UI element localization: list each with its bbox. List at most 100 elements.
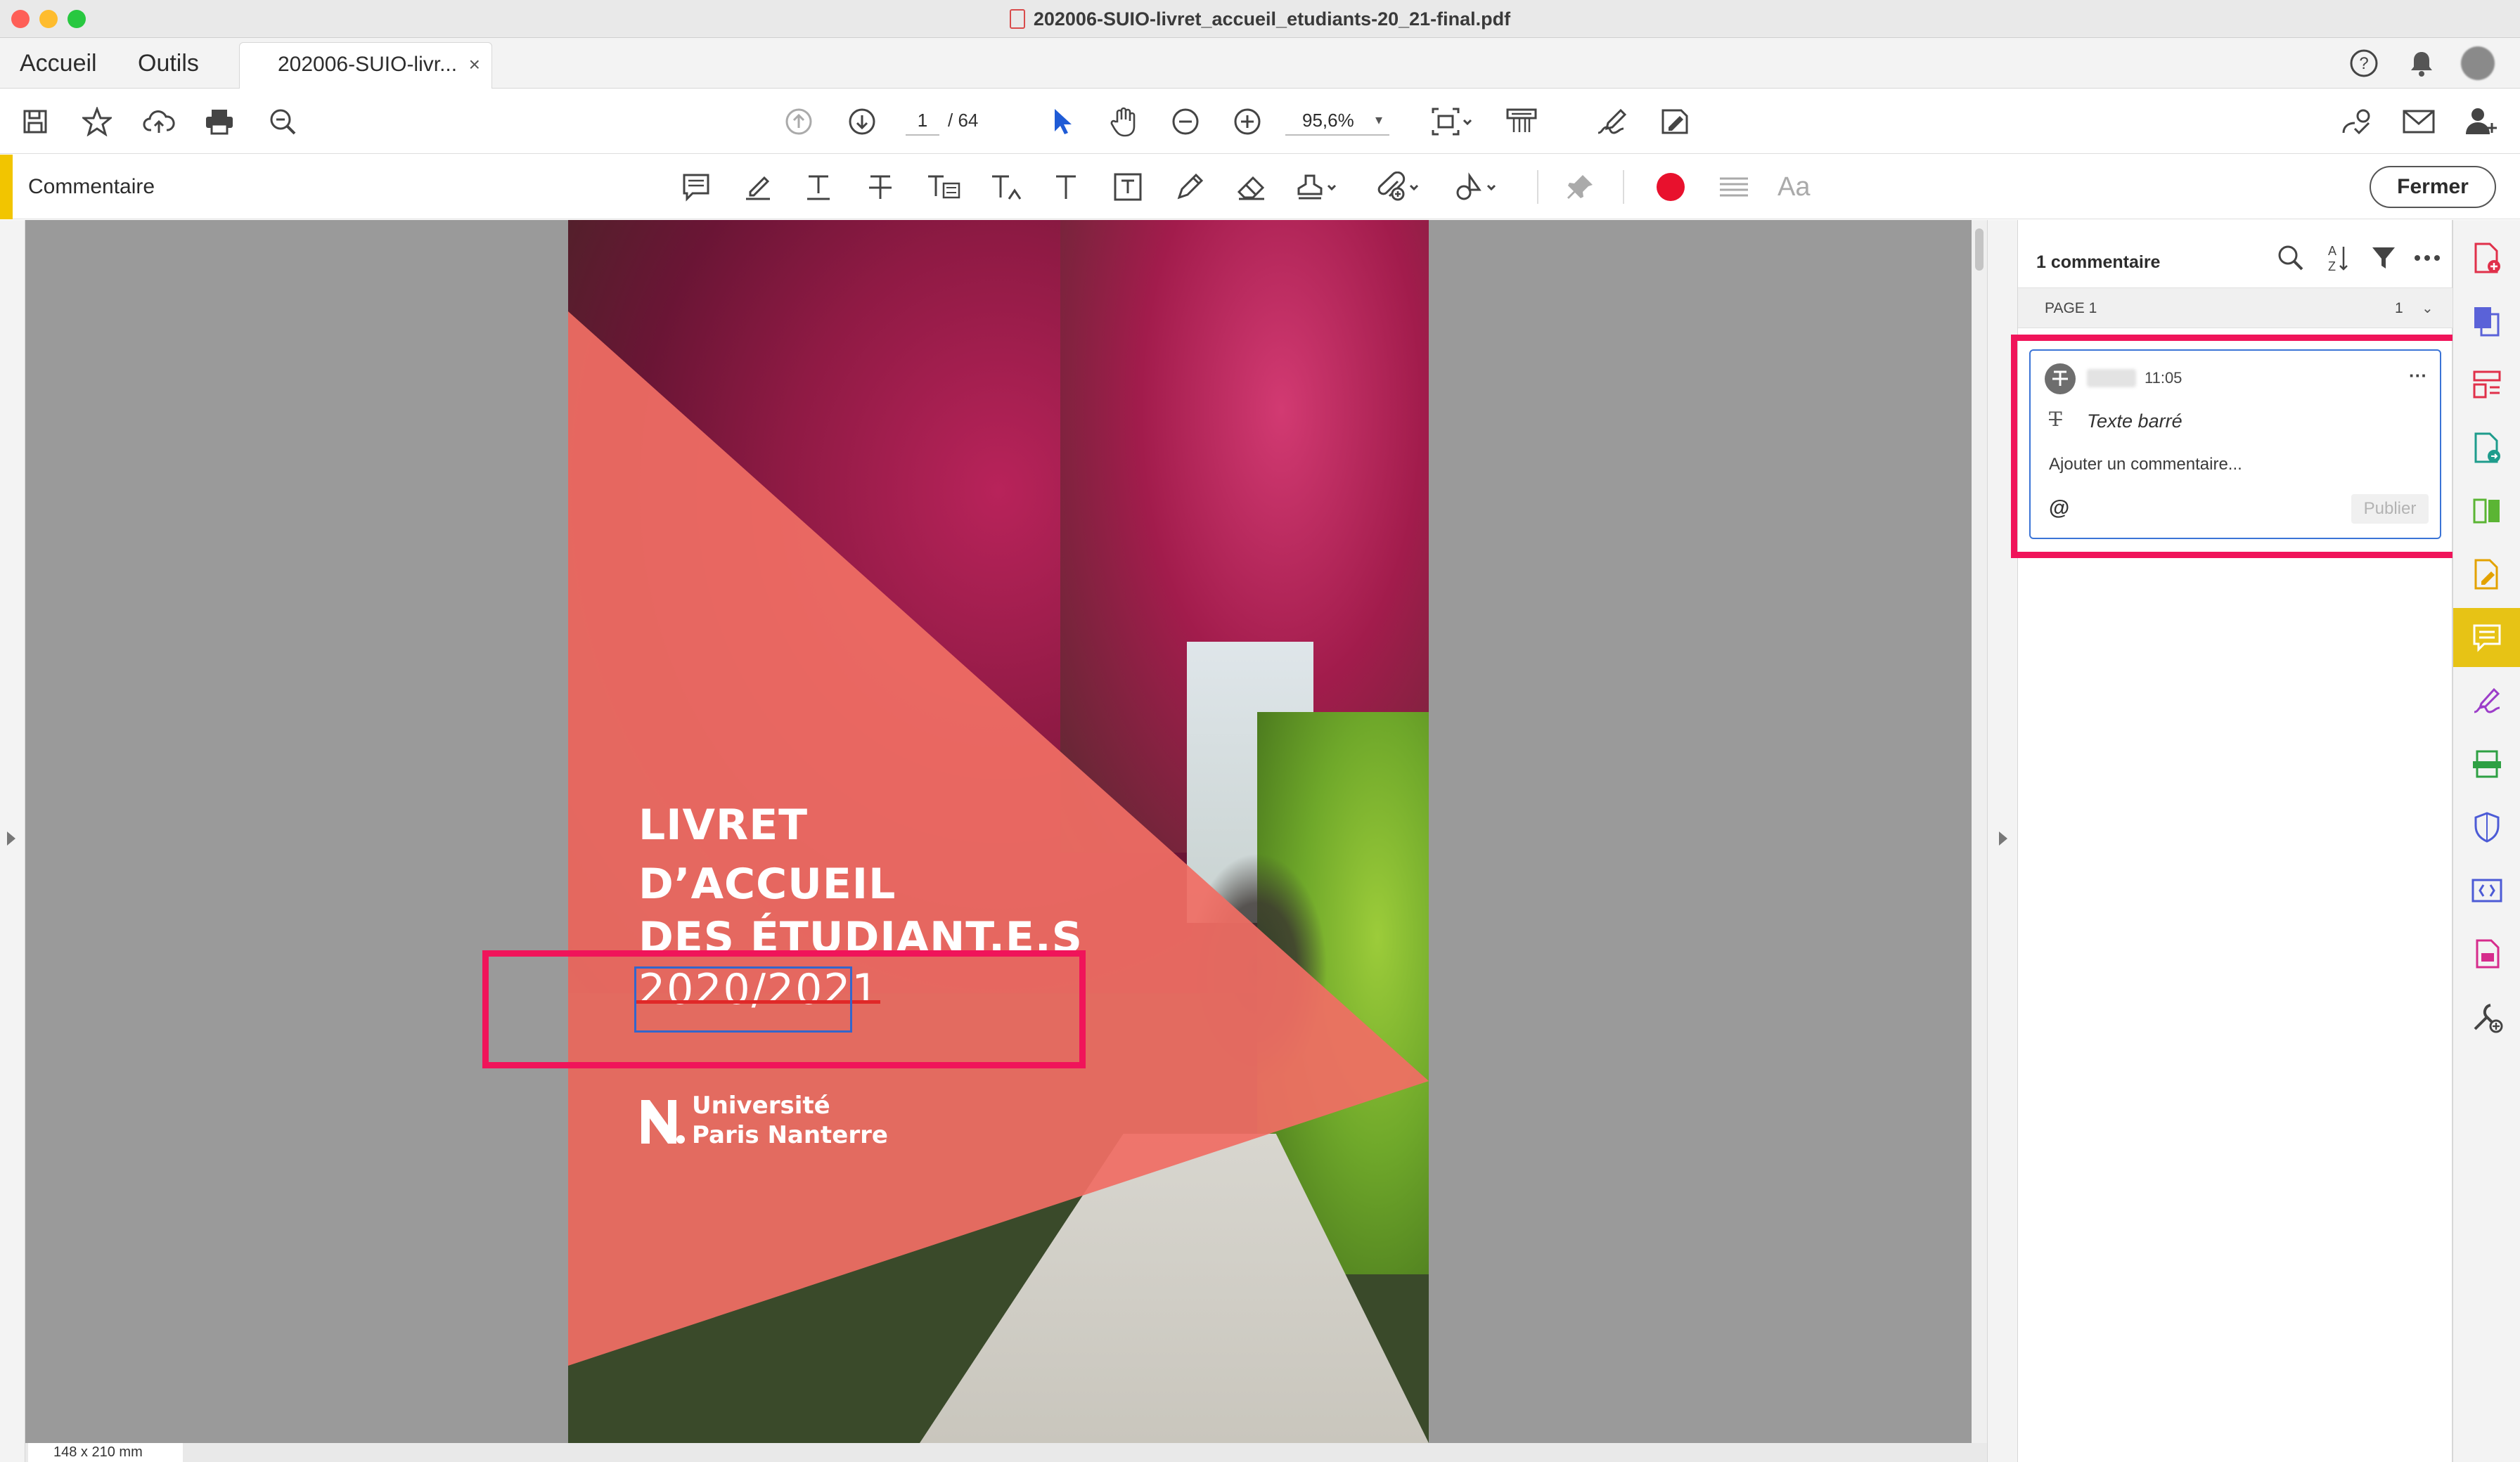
zoom-search-icon[interactable]: [264, 103, 301, 140]
color-swatch[interactable]: [1657, 173, 1685, 201]
protect-icon[interactable]: [2453, 798, 2520, 857]
zoom-select[interactable]: 95,6% ▾: [1285, 105, 1389, 136]
scrollbar[interactable]: [1972, 220, 1987, 1443]
left-panel-toggle[interactable]: [0, 220, 25, 1462]
page-size-label: 148 x 210 mm: [28, 1443, 183, 1462]
svg-text:Z: Z: [2328, 259, 2336, 273]
select-cursor-icon[interactable]: [1043, 103, 1080, 140]
comment-page-header[interactable]: PAGE 1 1 ⌄: [2018, 287, 2452, 328]
line-style-icon[interactable]: [1716, 169, 1752, 205]
annotation-highlight-box: [482, 950, 1086, 1068]
university-name-line1: Université: [692, 1092, 830, 1120]
cover-title-line2: D’ACCUEIL: [638, 860, 896, 909]
combine-files-icon[interactable]: [2453, 292, 2520, 351]
font-format-button[interactable]: Aa: [1778, 169, 1810, 205]
save-icon[interactable]: [17, 103, 53, 140]
attach-icon[interactable]: [1374, 169, 1423, 205]
edit-form-icon[interactable]: [1657, 103, 1693, 140]
accessibility-icon[interactable]: [2453, 861, 2520, 920]
scroll-mode-icon[interactable]: [1503, 103, 1540, 140]
add-user-icon[interactable]: [2461, 103, 2500, 140]
filter-icon[interactable]: [2365, 240, 2402, 276]
comment-count: 1 commentaire: [2036, 252, 2161, 272]
avatar[interactable]: [2461, 46, 2495, 80]
collapse-panel-icon: [1999, 832, 2007, 846]
tab-document-label: 202006-SUIO-livr...: [278, 53, 458, 76]
eraser-icon[interactable]: [1233, 169, 1270, 205]
help-icon[interactable]: ?: [2346, 45, 2382, 82]
page-up-icon[interactable]: [780, 103, 817, 140]
strikethrough-icon[interactable]: [862, 169, 899, 205]
page-fit-icon[interactable]: [1427, 103, 1477, 140]
comment-toolbar: Commentaire Aa Fermer: [0, 155, 2520, 219]
comment-page-label: PAGE 1: [2045, 300, 2097, 316]
status-bar: [25, 1443, 1987, 1462]
tab-home[interactable]: Accueil: [20, 38, 97, 89]
zoom-value: 95,6%: [1302, 110, 1354, 131]
tab-tools[interactable]: Outils: [138, 38, 199, 89]
sticky-note-icon[interactable]: [678, 169, 714, 205]
shapes-icon[interactable]: [1451, 169, 1500, 205]
tools-rail: [2452, 220, 2520, 1462]
organize-pages-icon[interactable]: [2453, 355, 2520, 414]
toolbar-divider: [1537, 170, 1538, 204]
sort-icon[interactable]: AZ: [2319, 240, 2355, 276]
export-pdf-icon[interactable]: [2453, 418, 2520, 477]
fill-sign-icon[interactable]: [2453, 671, 2520, 730]
pdf-file-icon: [1009, 9, 1025, 29]
create-pdf-icon[interactable]: [2453, 228, 2520, 287]
sign-icon[interactable]: [1593, 103, 1630, 140]
replace-text-icon[interactable]: [922, 169, 965, 205]
text-box-icon[interactable]: [1110, 169, 1146, 205]
comment-page-count: 1: [2395, 300, 2403, 316]
university-logo-icon: [638, 1097, 686, 1146]
redact-icon[interactable]: [2453, 924, 2520, 983]
expand-left-icon: [7, 832, 15, 846]
svg-text:A: A: [2328, 244, 2336, 258]
share-link-icon[interactable]: [2337, 103, 2377, 140]
pdf-page[interactable]: LIVRET D’ACCUEIL DES ÉTUDIANT.E.S 2020/2…: [568, 220, 1429, 1443]
email-icon[interactable]: [2399, 103, 2438, 140]
star-icon[interactable]: [79, 103, 115, 140]
title-bar: 202006-SUIO-livret_accueil_etudiants-20_…: [0, 0, 2520, 38]
highlight-icon[interactable]: [740, 169, 776, 205]
cloud-upload-icon[interactable]: [141, 103, 177, 140]
insert-text-icon[interactable]: [987, 169, 1027, 205]
comment-accent-bar: [0, 155, 13, 219]
zoom-out-icon[interactable]: [1167, 103, 1204, 140]
nav-tab-row: Accueil Outils 202006-SUIO-livr... × ?: [0, 38, 2520, 89]
university-name-line2: Paris Nanterre: [692, 1121, 888, 1149]
comment-icon[interactable]: [2453, 608, 2520, 667]
hand-icon[interactable]: [1105, 103, 1142, 140]
close-comment-button[interactable]: Fermer: [2370, 166, 2496, 208]
print-icon[interactable]: [201, 103, 238, 140]
scan-ocr-icon[interactable]: [2453, 735, 2520, 794]
pin-icon[interactable]: [1562, 169, 1599, 205]
window-title-text: 202006-SUIO-livret_accueil_etudiants-20_…: [1033, 8, 1511, 30]
svg-text:?: ?: [2359, 54, 2368, 73]
stamp-icon[interactable]: [1294, 169, 1340, 205]
chevron-down-icon[interactable]: ⌄: [2422, 288, 2434, 329]
comment-mode-label: Commentaire: [28, 175, 155, 198]
main-toolbar: 1 / 64 95,6% ▾: [0, 89, 2520, 154]
toolbar-divider: [1623, 170, 1624, 204]
search-icon[interactable]: [2272, 240, 2309, 276]
window-title: 202006-SUIO-livret_accueil_etudiants-20_…: [0, 0, 2520, 38]
pencil-icon[interactable]: [1171, 169, 1208, 205]
bell-icon[interactable]: [2403, 45, 2440, 82]
page-total: / 64: [948, 110, 979, 131]
edit-pdf-icon[interactable]: [2453, 545, 2520, 604]
compare-icon[interactable]: [2453, 481, 2520, 541]
tab-close-icon[interactable]: ×: [469, 43, 480, 86]
chevron-down-icon: ▾: [1375, 112, 1382, 128]
page-down-icon[interactable]: [844, 103, 880, 140]
tab-document[interactable]: 202006-SUIO-livr... ×: [239, 42, 492, 89]
zoom-in-icon[interactable]: [1229, 103, 1266, 140]
annotation-highlight-box: [2011, 335, 2465, 558]
more-options-icon[interactable]: [2409, 240, 2445, 276]
more-tools-icon[interactable]: [2453, 988, 2520, 1047]
underline-icon[interactable]: [800, 169, 837, 205]
add-text-icon[interactable]: [1048, 169, 1084, 205]
scrollbar-thumb[interactable]: [1975, 228, 1984, 271]
page-number-input[interactable]: 1: [906, 105, 939, 136]
